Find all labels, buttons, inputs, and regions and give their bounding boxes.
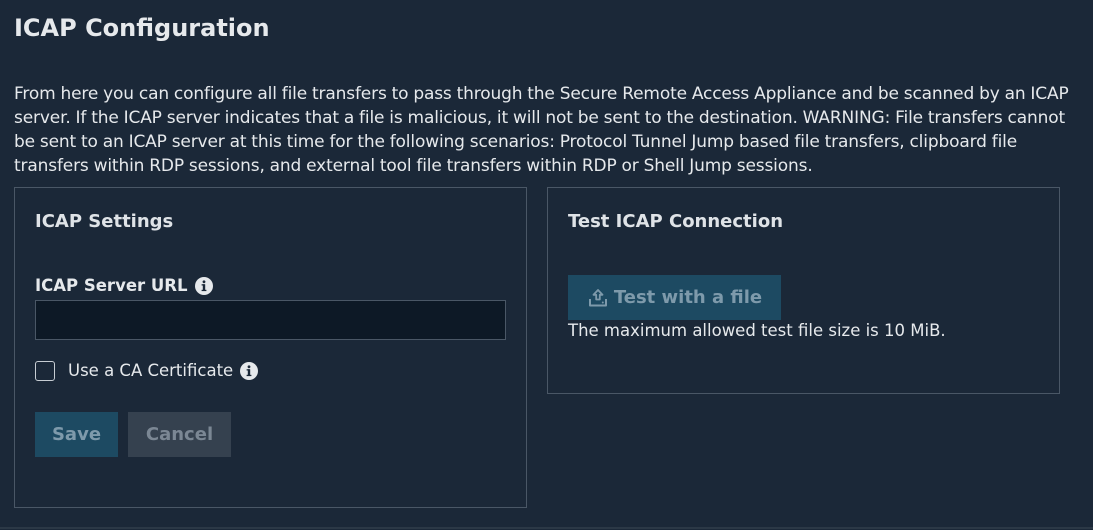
test-with-file-button[interactable]: Test with a file [568,275,781,320]
server-url-input[interactable] [35,300,506,340]
ca-certificate-row: Use a CA Certificate [35,359,259,383]
upload-tray-icon [588,288,607,306]
page-description: From here you can configure all file tra… [14,84,1069,176]
test-icap-panel: Test ICAP Connection Test with a file Th… [547,187,1060,394]
server-url-label: ICAP Server URL [35,276,188,295]
server-url-label-row: ICAP Server URL [35,274,213,298]
test-icap-title: Test ICAP Connection [568,211,784,232]
icap-settings-panel: ICAP Settings ICAP Server URL Use a CA C… [14,187,527,508]
max-file-size-note: The maximum allowed test file size is 10… [568,321,946,340]
icap-settings-title: ICAP Settings [35,211,174,232]
ca-certificate-label[interactable]: Use a CA Certificate [68,359,233,383]
info-circle-icon[interactable] [194,277,213,295]
test-with-file-label: Test with a file [613,287,763,308]
cancel-button[interactable]: Cancel [128,412,231,457]
info-circle-icon[interactable] [240,362,259,380]
page-title: ICAP Configuration [14,14,270,42]
save-button[interactable]: Save [35,412,118,457]
ca-certificate-checkbox[interactable] [35,361,55,381]
bottom-divider [0,527,1093,529]
